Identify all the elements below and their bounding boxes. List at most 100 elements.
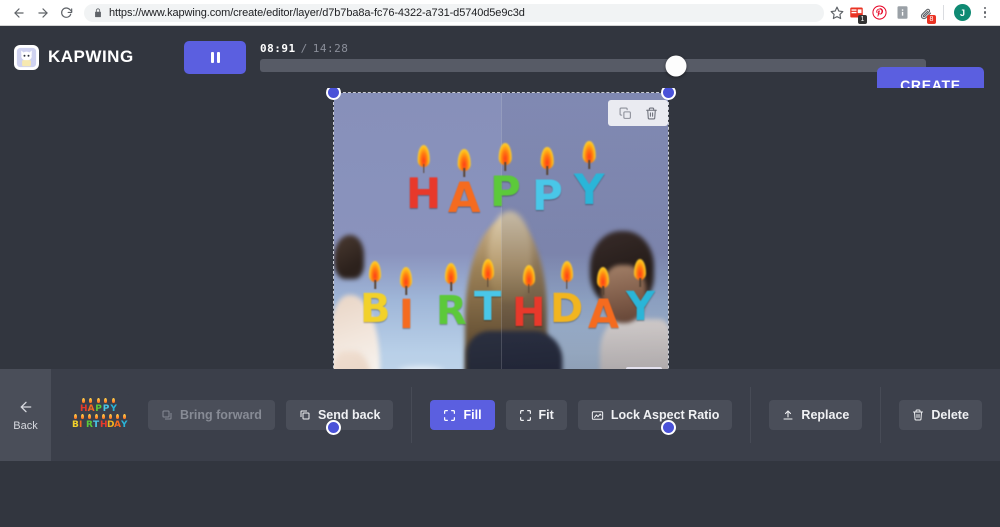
brand-name: KAPWING	[48, 47, 134, 66]
pause-button[interactable]	[184, 40, 246, 74]
reload-icon[interactable]	[56, 2, 78, 24]
candle-letter: Y	[574, 141, 605, 214]
address-bar[interactable]: https://www.kapwing.com/create/editor/la…	[84, 3, 824, 22]
toolbar-divider	[750, 387, 752, 443]
candle-letter-glyph: Y	[574, 165, 605, 214]
thumbnail-flame-icon	[80, 414, 84, 419]
thumbnail-candle-letter: B	[72, 420, 79, 430]
time-readout: 08:91 / 14:28	[260, 42, 926, 55]
extension-badge: 8	[927, 14, 936, 24]
resize-handle-bottom-left[interactable]	[326, 420, 341, 435]
timeline-track[interactable]	[260, 59, 926, 72]
layer-thumbnail[interactable]: HAPPYBIRTHDAY	[67, 394, 129, 436]
wick-icon	[422, 164, 425, 173]
delete-label: Delete	[931, 408, 969, 422]
timeline-track-wrap[interactable]	[260, 55, 926, 76]
fill-label: Fill	[463, 408, 482, 422]
thumbnail-candle-letter: Y	[110, 404, 117, 414]
thumbnail-candle-letter: A	[87, 404, 95, 414]
duration-time: 14:28	[312, 41, 349, 55]
thumbnail-flame-icon	[115, 414, 119, 419]
toolbar-divider	[880, 387, 882, 443]
wick-icon	[639, 278, 642, 287]
duplicate-layer-button[interactable]	[614, 102, 636, 124]
wick-icon	[602, 286, 605, 295]
replace-label: Replace	[801, 408, 850, 422]
bring-forward-button[interactable]: Bring forward	[148, 400, 275, 430]
info-extension-icon[interactable]	[894, 5, 910, 21]
thumbnail-candle-letter: I	[79, 420, 83, 430]
fit-label: Fit	[538, 408, 554, 422]
aspect-ratio-icon	[591, 409, 604, 422]
thumbnail-flame-icon	[73, 414, 77, 419]
fill-icon	[443, 409, 456, 422]
candle-letter-glyph: P	[490, 167, 521, 216]
back-arrow-icon	[18, 399, 34, 415]
resize-handle-bottom-right[interactable]	[661, 420, 676, 435]
star-icon[interactable]	[830, 6, 844, 20]
thumbnail-flame-icon	[111, 398, 115, 403]
thumbnail-candle-letter: A	[114, 420, 121, 430]
url-text: https://www.kapwing.com/create/editor/la…	[109, 6, 525, 19]
extension-badge: 1	[858, 14, 867, 24]
candle-letter-glyph: P	[532, 171, 563, 220]
candle-letter: Y	[626, 259, 655, 330]
wick-icon	[504, 162, 507, 171]
back-button[interactable]: Back	[0, 369, 51, 461]
delete-button[interactable]: Delete	[899, 400, 982, 430]
flame-icon	[634, 259, 647, 280]
news-extension-icon[interactable]: 1	[848, 5, 867, 24]
wick-icon	[527, 284, 530, 293]
toolbar-items: HAPPYBIRTHDAY Bring forward Send back Fi…	[51, 369, 1000, 461]
delete-layer-button[interactable]	[640, 102, 662, 124]
layer-toolbar: Back HAPPYBIRTHDAY Bring forward Send ba…	[0, 369, 1000, 461]
candle-letter: A	[448, 149, 481, 222]
pause-icon	[210, 51, 214, 63]
candle-letter: A	[588, 267, 619, 338]
flame-icon	[445, 263, 458, 284]
avatar[interactable]: J	[954, 4, 971, 21]
candle-letter-glyph: D	[550, 286, 584, 332]
candle-letter: P	[490, 143, 521, 216]
resize-handle-top-right[interactable]	[661, 88, 676, 100]
bring-forward-icon	[161, 409, 173, 421]
browser-nav-buttons	[8, 2, 78, 24]
candle-letter: I	[399, 267, 414, 338]
flame-icon	[522, 265, 535, 286]
candle-letter: H	[406, 145, 442, 218]
forward-arrow-icon[interactable]	[32, 2, 54, 24]
flame-icon	[481, 259, 494, 280]
thumbnail-flame-icon	[81, 398, 85, 403]
wick-icon	[463, 168, 465, 177]
thumbnail-flame-icon	[89, 398, 93, 403]
candle-letter-glyph: A	[448, 173, 481, 222]
timeline-scrubber[interactable]	[665, 55, 687, 76]
clipboard-extension-icon[interactable]: 8	[917, 5, 936, 24]
layer-float-toolbar[interactable]	[608, 100, 668, 126]
back-arrow-icon[interactable]	[8, 2, 30, 24]
replace-button[interactable]: Replace	[769, 400, 863, 430]
kebab-menu-icon[interactable]	[978, 6, 992, 19]
lock-icon	[93, 7, 103, 18]
lock-aspect-ratio-button[interactable]: Lock Aspect Ratio	[577, 400, 733, 430]
candle-letter-glyph: Y	[626, 284, 655, 330]
candle-letter-glyph: H	[406, 169, 442, 218]
brand[interactable]: KAPWING	[14, 44, 184, 70]
candle-letter-glyph: H	[512, 290, 546, 336]
candle-letter-glyph: A	[588, 292, 619, 338]
editor-canvas[interactable]: HAPPY BIRTHDAY Back H A P P Y B I R T H …	[0, 88, 1000, 461]
wick-icon	[546, 166, 549, 175]
candle-letter: R	[436, 263, 467, 331]
upload-icon	[782, 409, 794, 421]
thumbnail-candle-letter: P	[102, 404, 110, 414]
fit-button[interactable]: Fit	[505, 400, 567, 430]
thumbnail-flame-icon	[87, 414, 91, 419]
back-label: Back	[13, 419, 38, 432]
candle-letter-glyph: I	[399, 292, 414, 338]
fill-button[interactable]: Fill	[430, 400, 495, 430]
current-time: 08:91	[260, 41, 296, 55]
send-back-icon	[299, 409, 311, 421]
wick-icon	[588, 160, 590, 169]
pinterest-extension-icon[interactable]	[871, 5, 887, 21]
browser-extensions: 1 8 J	[848, 4, 992, 24]
